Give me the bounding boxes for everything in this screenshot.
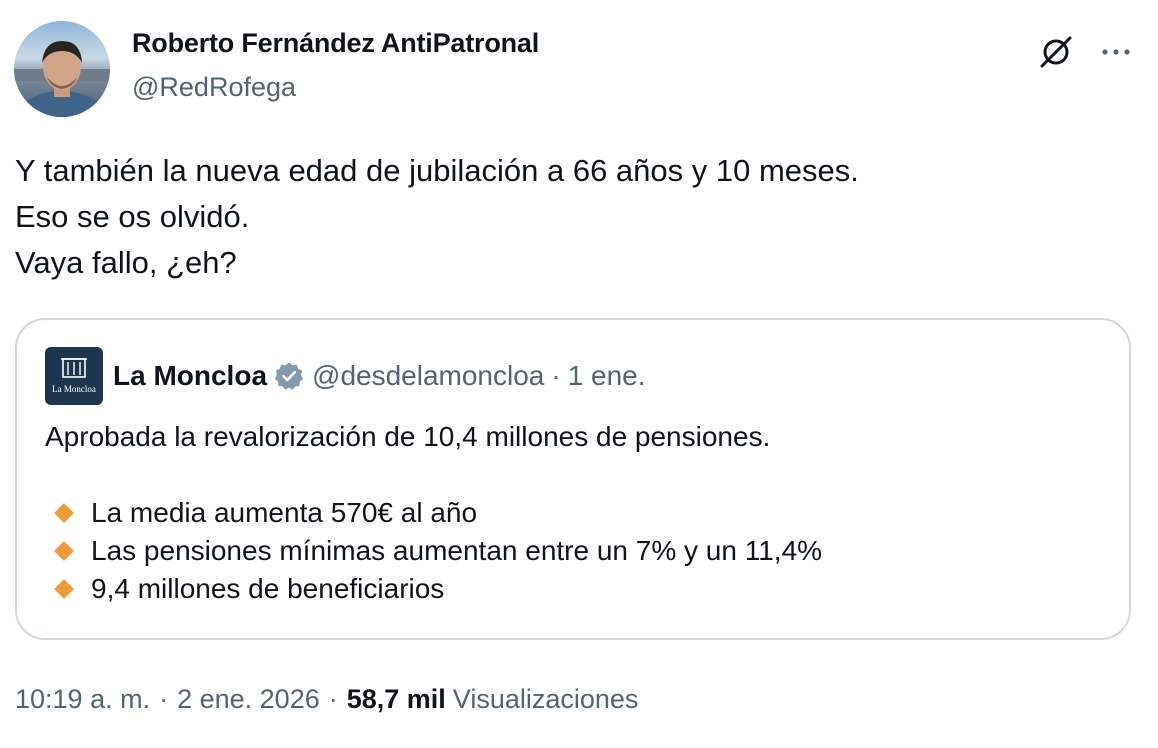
orange-diamond-icon	[54, 503, 74, 523]
author-avatar[interactable]	[14, 21, 110, 117]
quoted-tweet-header: La Moncloa @desdelamoncloa · 1 ene.	[113, 358, 646, 394]
tweet-text: Y también la nueva edad de jubilación a …	[15, 148, 1135, 286]
more-dots-icon[interactable]	[1096, 32, 1136, 72]
list-item: Las pensiones mínimas aumentan entre un …	[45, 532, 1105, 570]
orange-diamond-icon	[54, 579, 74, 599]
quoted-author-handle[interactable]: @desdelamoncloa	[312, 360, 544, 392]
author-handle[interactable]: @RedRofega	[132, 72, 296, 103]
quoted-tweet-text: Aprobada la revalorización de 10,4 millo…	[45, 421, 771, 452]
grok-icon[interactable]	[1036, 32, 1076, 72]
moncloa-avatar[interactable]: La Moncloa	[45, 347, 103, 405]
tweet-date[interactable]: 2 ene. 2026	[177, 684, 320, 715]
quoted-author-name[interactable]: La Moncloa	[113, 360, 267, 392]
list-item: 9,4 millones de beneficiarios	[45, 570, 1105, 608]
moncloa-avatar-label: La Moncloa	[52, 384, 96, 394]
author-name[interactable]: Roberto Fernández AntiPatronal	[132, 28, 539, 59]
list-item-text: Las pensiones mínimas aumentan entre un …	[91, 535, 823, 566]
quoted-tweet-date[interactable]: 1 ene.	[568, 360, 646, 392]
list-item-text: La media aumenta 570€ al año	[91, 497, 478, 528]
orange-diamond-icon	[54, 541, 74, 561]
quoted-bullet-list: La media aumenta 570€ al año Las pension…	[45, 494, 1105, 608]
tweet-meta: 10:19 a. m. · 2 ene. 2026 · 58,7 mil Vis…	[15, 684, 638, 715]
views-label[interactable]: Visualizaciones	[453, 684, 639, 715]
separator: ·	[159, 684, 169, 714]
list-item-text: 9,4 millones de beneficiarios	[91, 573, 445, 604]
quoted-tweet[interactable]: La Moncloa La Moncloa @desdelamoncloa · …	[15, 318, 1131, 640]
tweet-time[interactable]: 10:19 a. m.	[15, 684, 150, 715]
views-count[interactable]: 58,7 mil	[347, 684, 446, 715]
separator: ·	[551, 360, 561, 391]
verified-badge-icon	[275, 362, 304, 390]
separator: ·	[328, 684, 338, 714]
quoted-tweet-body: Aprobada la revalorización de 10,4 millo…	[45, 418, 1105, 608]
tweet-line: Vaya fallo, ¿eh?	[15, 245, 237, 280]
list-item: La media aumenta 570€ al año	[45, 494, 1105, 532]
tweet-line: Y también la nueva edad de jubilación a …	[15, 153, 859, 188]
tweet-line: Eso se os olvidó.	[15, 199, 250, 234]
